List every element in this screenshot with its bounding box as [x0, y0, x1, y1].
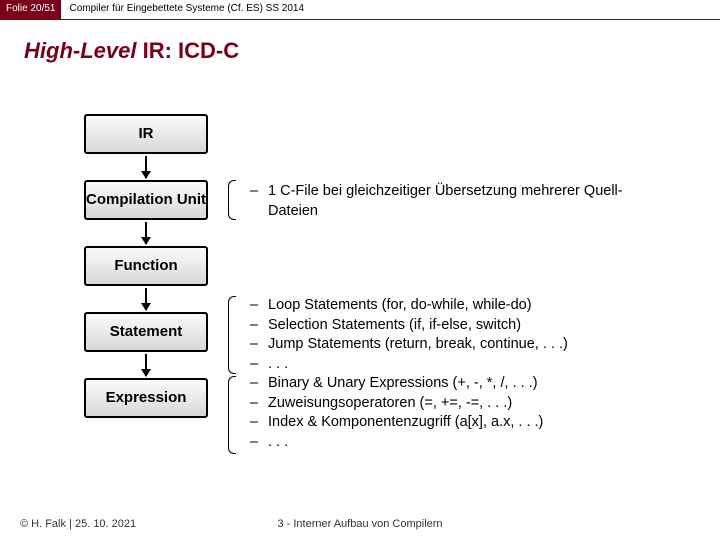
- node-statement: Statement: [84, 312, 208, 352]
- footer-section: 3 - Interner Aufbau von Compilern: [277, 518, 442, 530]
- title-italic: High-Level: [24, 38, 136, 63]
- title-rest: IR: ICD-C: [136, 38, 239, 63]
- desc-stmt-2: Jump Statements (return, break, continue…: [268, 335, 568, 355]
- content-area: IR Compilation Unit –1 C-File bei gleich…: [0, 64, 720, 504]
- brace-stmt: [228, 296, 236, 374]
- footer-copyright: © H. Falk | 25. 10. 2021: [20, 518, 136, 530]
- arrow-cu-fn: [145, 222, 147, 244]
- desc-stmt-6: Index & Komponentenzugriff (a[x], a.x, .…: [268, 413, 543, 433]
- course-title: Compiler für Eingebettete Systeme (Cf. E…: [61, 0, 312, 19]
- header-strip: Folie 20/51 Compiler für Eingebettete Sy…: [0, 0, 720, 20]
- desc-stmt-3: . . .: [268, 355, 288, 375]
- node-function: Function: [84, 246, 208, 286]
- desc-cu-0: 1 C-File bei gleichzeitiger Übersetzung …: [268, 182, 670, 221]
- desc-stmt-5: Zuweisungsoperatoren (=, +=, -=, . . .): [268, 394, 512, 414]
- node-ir: IR: [84, 114, 208, 154]
- node-expression: Expression: [84, 378, 208, 418]
- desc-stmt-7: . . .: [268, 433, 288, 453]
- arrow-ir-cu: [145, 156, 147, 178]
- desc-stmt-1: Selection Statements (if, if-else, switc…: [268, 316, 521, 336]
- node-compilation-unit: Compilation Unit: [84, 180, 208, 220]
- desc-stmt-4: Binary & Unary Expressions (+, -, *, /, …: [268, 374, 538, 394]
- brace-expr: [228, 376, 236, 454]
- arrow-fn-stmt: [145, 288, 147, 310]
- desc-stmt-0: Loop Statements (for, do-while, while-do…: [268, 296, 532, 316]
- slide-number-box: Folie 20/51: [0, 0, 61, 19]
- desc-statement-expression: –Loop Statements (for, do-while, while-d…: [250, 296, 700, 453]
- brace-cu: [228, 180, 236, 220]
- arrow-stmt-expr: [145, 354, 147, 376]
- desc-compilation-unit: –1 C-File bei gleichzeitiger Übersetzung…: [250, 182, 670, 221]
- slide-title: High-Level IR: ICD-C: [0, 20, 720, 64]
